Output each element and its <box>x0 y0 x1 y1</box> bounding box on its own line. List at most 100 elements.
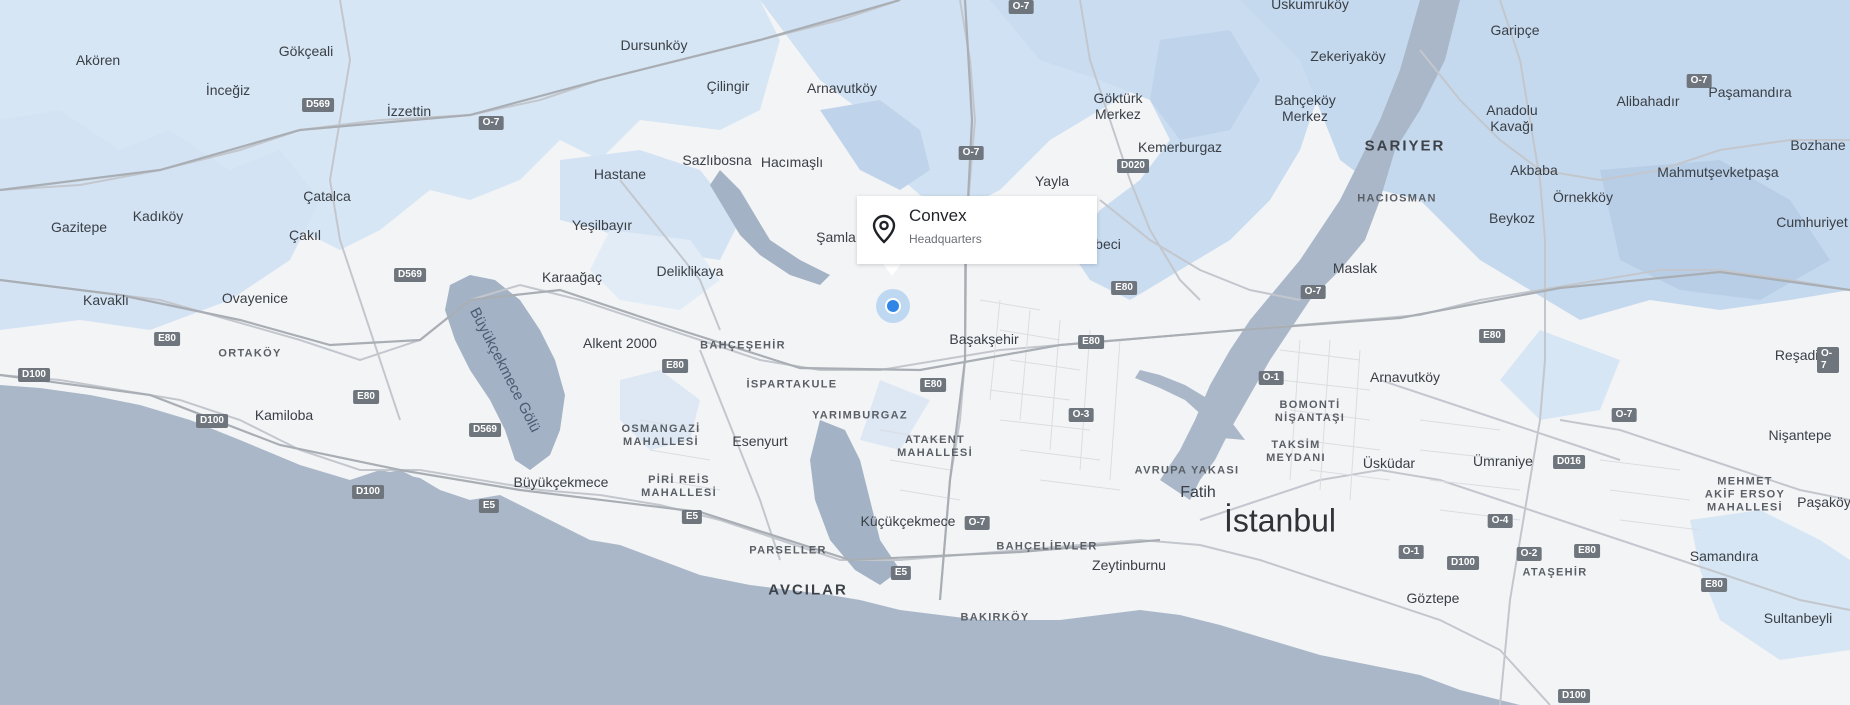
road-shield: E80 <box>1701 578 1727 592</box>
district-label: BAHÇEŞEHİR <box>700 339 786 352</box>
place-label: Kemerburgaz <box>1137 139 1223 155</box>
place-label: Nişantepe <box>1768 427 1832 443</box>
place-label: Hastane <box>593 166 647 182</box>
district-label: MEHMET AKİF ERSOY MAHALLESİ <box>1704 475 1786 514</box>
district-label: TAKSİM MEYDANI <box>1266 439 1326 464</box>
district-label: ATAKENT MAHALLESİ <box>897 434 973 459</box>
place-label: Gazitepe <box>50 219 108 235</box>
location-marker[interactable] <box>876 289 910 323</box>
place-label: Alkent 2000 <box>583 335 657 351</box>
road-shield: E80 <box>154 332 180 346</box>
district-label: HACIOSMAN <box>1357 192 1437 205</box>
road-shield: O-7 <box>1611 408 1637 422</box>
road-shield: D100 <box>1558 689 1590 703</box>
road-shield: O-7 <box>1008 0 1034 14</box>
place-label: Deliklikaya <box>656 263 724 279</box>
place-label: Kadıköy <box>132 208 184 224</box>
place-label: Yayla <box>1035 173 1069 189</box>
road-shield: O-7 <box>1817 347 1839 373</box>
road-shield: D569 <box>302 98 334 112</box>
place-label: Arnavutköy <box>806 80 878 96</box>
location-popup[interactable]: Convex Headquarters <box>857 196 1097 264</box>
road-shield: O-7 <box>964 516 990 530</box>
district-label: ORTAKÖY <box>218 347 282 360</box>
place-label: Esenyurt <box>732 433 788 449</box>
road-shield: E80 <box>920 378 946 392</box>
place-label: Karaağaç <box>542 269 602 285</box>
district-label: OSMANGAZİ MAHALLESİ <box>621 423 701 448</box>
city-label: İstanbul <box>1223 502 1337 539</box>
place-label: Göktürk Merkez <box>1093 90 1143 122</box>
place-label: Ovayenice <box>221 290 289 306</box>
district-label: PİRİ REİS MAHALLESİ <box>641 474 717 499</box>
road-shield: O-1 <box>1398 545 1424 559</box>
place-label: Anadolu Kavağı <box>1486 102 1538 134</box>
place-label: Şamla <box>816 229 856 245</box>
popup-tail <box>882 262 902 276</box>
road-shield: E80 <box>662 359 688 373</box>
place-label: Gökçeali <box>278 43 334 59</box>
place-label: Üsküdar <box>1362 455 1416 471</box>
road-shield: D016 <box>1553 455 1585 469</box>
road-shield: E5 <box>681 510 703 524</box>
place-label: Paşamandıra <box>1708 84 1792 100</box>
road-shield: E80 <box>353 390 379 404</box>
road-shield: O-2 <box>1516 547 1542 561</box>
place-label: Küçükçekmece <box>860 513 956 529</box>
place-label: Örnekköy <box>1553 189 1613 205</box>
place-label: Çakıl <box>289 227 321 243</box>
place-label: Yeşilbayır <box>571 217 633 233</box>
place-label: Akbaba <box>1510 162 1558 178</box>
road-shield: D569 <box>394 268 426 282</box>
road-shield: O-7 <box>1686 74 1712 88</box>
place-label: Zeytinburnu <box>1092 557 1166 573</box>
road-shield: E5 <box>478 499 500 513</box>
road-shield: E5 <box>890 566 912 580</box>
road-shield: D100 <box>196 414 228 428</box>
place-label: Hacımaşlı <box>760 154 824 170</box>
road-shield: O-7 <box>1300 285 1326 299</box>
place-label: Kamiloba <box>254 407 314 423</box>
place-label: Kavaklı <box>83 292 129 308</box>
road-shield: D020 <box>1117 159 1149 173</box>
place-label: Mahmutşevketpaşa <box>1657 164 1779 180</box>
place-label: Sazlıbosna <box>682 152 752 168</box>
place-label: Çilingir <box>706 78 750 94</box>
place-label: Maslak <box>1332 260 1378 276</box>
place-label: Dursunköy <box>620 37 688 53</box>
road-shield: O-7 <box>958 146 984 160</box>
place-label: Garipçe <box>1490 22 1540 38</box>
popup-title: Convex <box>909 206 967 225</box>
place-label: Bahçeköy Merkez <box>1274 92 1336 124</box>
place-label: Cumhuriyet <box>1776 214 1848 230</box>
road-shield: D100 <box>18 368 50 382</box>
district-label: PARSELLER <box>749 544 827 557</box>
district-label: AVCILAR <box>768 581 848 599</box>
road-shield: O-1 <box>1258 371 1284 385</box>
place-label: Büyükçekmece <box>513 474 609 490</box>
place-label: Arnavutköy <box>1369 369 1441 385</box>
road-shield: D569 <box>469 423 501 437</box>
district-label: AVRUPA YAKASI <box>1134 464 1240 477</box>
place-label: Beykoz <box>1489 210 1535 226</box>
district-label: ATAŞEHİR <box>1522 566 1588 579</box>
district-label: İSPARTAKULE <box>746 378 838 391</box>
map-pin-icon <box>872 214 896 244</box>
place-label: Zekeriyaköy <box>1310 48 1386 64</box>
road-shield: E80 <box>1479 329 1505 343</box>
district-label: BAKIRKÖY <box>960 611 1030 624</box>
place-label: Çatalca <box>303 188 351 204</box>
road-shield: D100 <box>352 485 384 499</box>
place-label: beci <box>1095 236 1121 252</box>
district-label: YARIMBURGAZ <box>812 409 908 422</box>
place-label: İnceğiz <box>205 82 251 98</box>
place-label: Bozhane <box>1790 137 1846 153</box>
place-label: Fatih <box>1180 484 1216 501</box>
place-label: İzzettin <box>386 103 432 119</box>
district-label: SARIYER <box>1364 137 1446 155</box>
place-label: Akören <box>75 52 121 68</box>
place-label: Uskumruköy <box>1271 0 1349 12</box>
location-dot <box>885 298 901 314</box>
district-label: BAHÇELİEVLER <box>996 540 1098 553</box>
place-label: Ümraniye <box>1473 453 1533 469</box>
